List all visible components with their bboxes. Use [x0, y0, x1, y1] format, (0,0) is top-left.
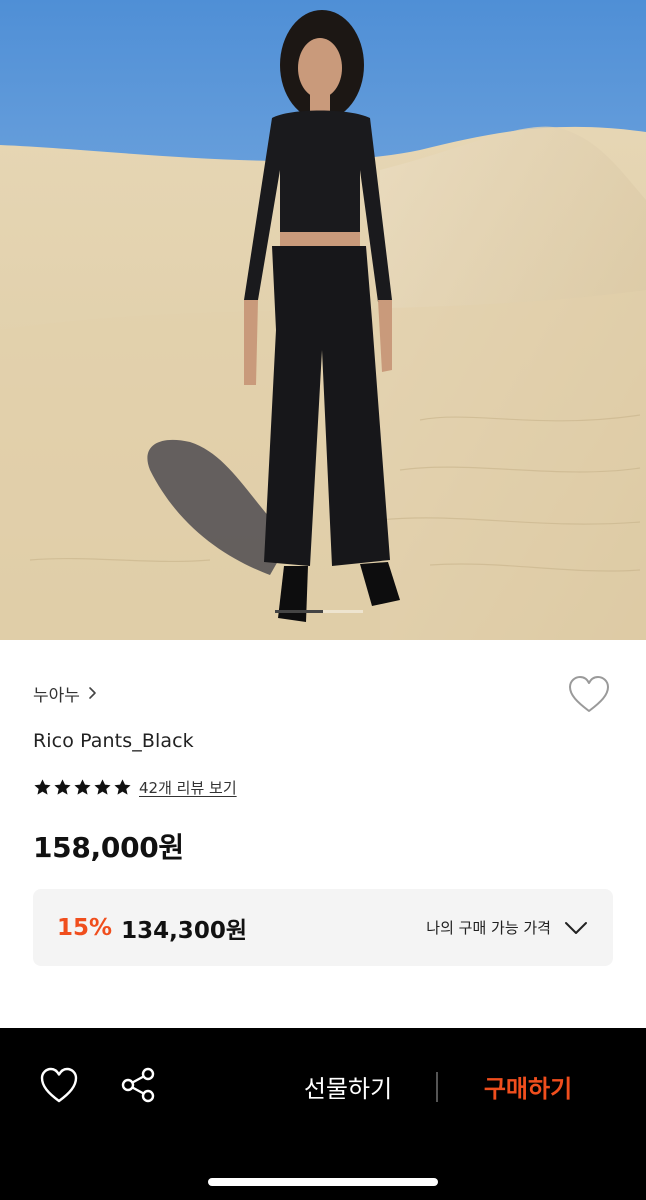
review-link[interactable]: 42개 리뷰 보기	[139, 777, 237, 798]
brand-link[interactable]: 누아누	[33, 680, 100, 706]
rating-stars	[33, 778, 132, 797]
star-icon	[54, 778, 71, 795]
share-icon[interactable]	[118, 1064, 160, 1106]
rating-row: 42개 리뷰 보기	[33, 776, 237, 798]
bar-divider	[436, 1072, 438, 1102]
buy-button[interactable]: 구매하기	[462, 1062, 594, 1110]
star-icon	[94, 778, 111, 795]
chevron-down-icon	[565, 921, 587, 934]
discount-rate: 15%	[57, 914, 113, 941]
star-icon	[74, 778, 91, 795]
bottom-action-bar	[0, 1028, 646, 1200]
carousel-indicator	[275, 610, 363, 613]
discount-price: 134,300원	[121, 917, 247, 944]
home-indicator[interactable]	[208, 1178, 438, 1186]
brand-name: 누아누	[33, 685, 80, 706]
star-icon	[34, 778, 51, 795]
heart-icon[interactable]	[567, 675, 611, 715]
product-name: Rico Pants_Black	[33, 730, 194, 752]
heart-icon[interactable]	[38, 1066, 80, 1106]
product-photo	[0, 0, 646, 640]
my-price-toggle[interactable]: 나의 구매 가능 가격	[426, 917, 589, 938]
carousel-indicator-active	[275, 610, 323, 613]
chevron-right-icon	[89, 687, 96, 699]
original-price: 158,000원	[33, 831, 184, 864]
my-price-label: 나의 구매 가능 가격	[426, 919, 551, 937]
product-detail-screen: 누아누 Rico Pants_Black 42개 리뷰 보기 158,000원 …	[0, 0, 646, 1200]
member-price-box[interactable]: 15% 134,300원 나의 구매 가능 가격	[33, 889, 613, 966]
product-image[interactable]	[0, 0, 646, 640]
star-icon	[114, 778, 131, 795]
gift-button[interactable]: 선물하기	[284, 1062, 412, 1110]
